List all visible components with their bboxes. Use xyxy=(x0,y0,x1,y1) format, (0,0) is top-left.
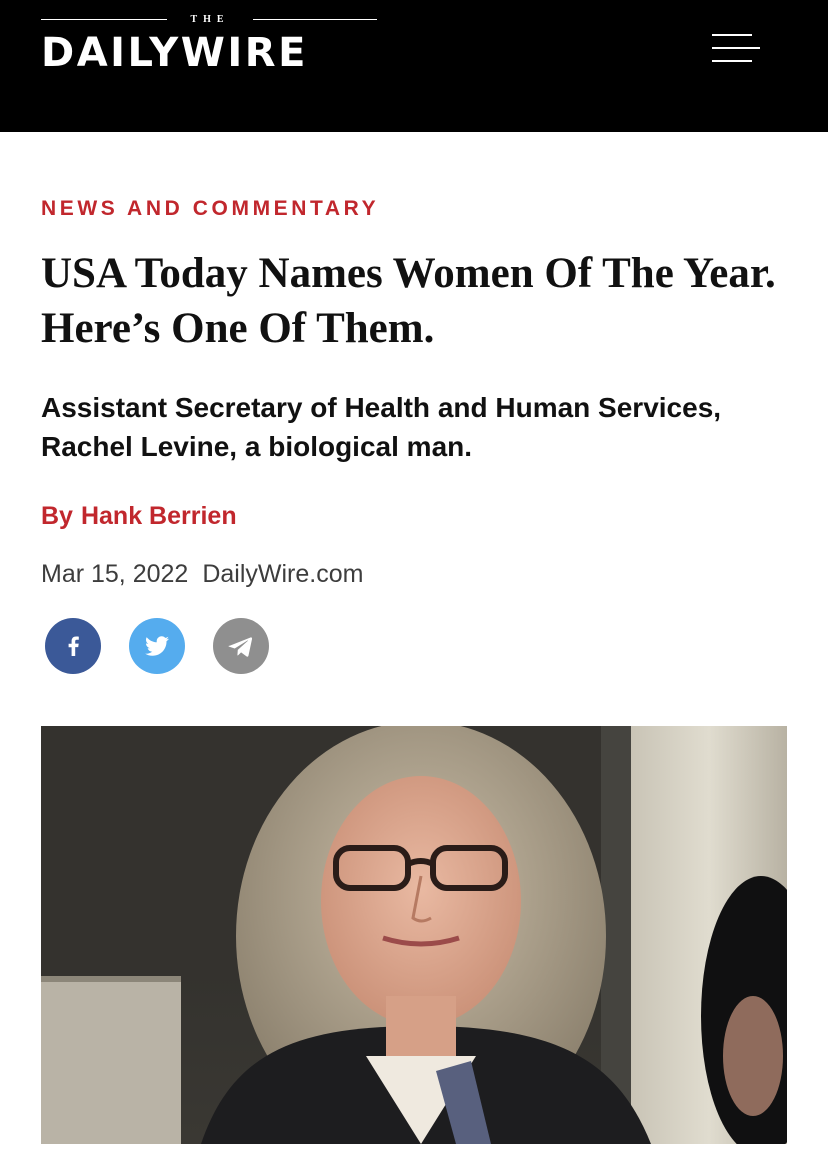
hamburger-menu-icon[interactable] xyxy=(706,28,764,70)
telegram-icon xyxy=(228,637,253,657)
logo-top-row: THE xyxy=(41,14,377,28)
telegram-share-button[interactable] xyxy=(213,618,269,674)
facebook-share-button[interactable] xyxy=(45,618,101,674)
site-logo[interactable]: THE DAILYWIRE xyxy=(41,14,377,76)
publish-date: Mar 15, 2022 xyxy=(41,560,189,588)
menu-bar xyxy=(712,34,752,36)
twitter-icon xyxy=(145,636,169,656)
article-meta: Mar 15, 2022 DailyWire.com xyxy=(41,558,363,590)
logo-rule-right xyxy=(253,19,377,20)
twitter-share-button[interactable] xyxy=(129,618,185,674)
article-source: DailyWire.com xyxy=(202,560,364,588)
article-title: USA Today Names Women Of The Year. Here’… xyxy=(41,250,776,352)
facebook-icon xyxy=(68,636,79,656)
site-header: THE DAILYWIRE xyxy=(0,0,828,132)
menu-bar xyxy=(712,60,752,62)
author-link[interactable]: Hank Berrien xyxy=(81,502,237,530)
logo-rule-left xyxy=(41,19,167,20)
menu-bar xyxy=(712,47,760,49)
portrait-photo xyxy=(41,726,787,1144)
logo-the: THE xyxy=(190,14,230,25)
byline-prefix: By xyxy=(41,502,73,530)
hero-image xyxy=(41,726,787,1144)
article-category[interactable]: NEWS AND COMMENTARY xyxy=(41,196,379,222)
article-subtitle: Assistant Secretary of Health and Human … xyxy=(41,392,722,462)
byline: By Hank Berrien xyxy=(41,500,237,532)
logo-wordmark: DAILYWIRE xyxy=(41,30,308,76)
